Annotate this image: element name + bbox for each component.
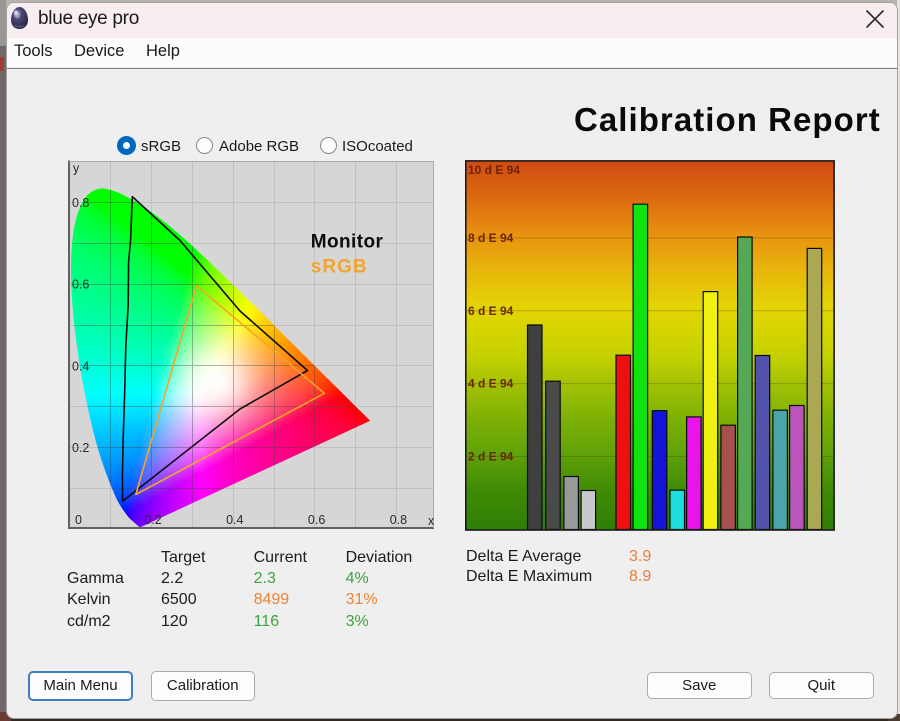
svg-text:sRGB: sRGB <box>311 257 368 278</box>
svg-text:Monitor: Monitor <box>311 232 384 253</box>
svg-text:0.4: 0.4 <box>72 359 89 373</box>
svg-text:0.2: 0.2 <box>72 441 89 455</box>
svg-text:0: 0 <box>75 513 82 527</box>
svg-text:0.2: 0.2 <box>144 513 161 527</box>
svg-text:10 d E 94: 10 d E 94 <box>468 163 520 177</box>
svg-text:0.6: 0.6 <box>308 513 325 527</box>
svg-text:y: y <box>73 162 80 176</box>
svg-text:0.4: 0.4 <box>226 513 243 527</box>
svg-text:4 d E 94: 4 d E 94 <box>468 377 514 391</box>
svg-text:8 d E 94: 8 d E 94 <box>468 231 514 245</box>
svg-text:2 d E 94: 2 d E 94 <box>468 449 514 463</box>
svg-text:0.8: 0.8 <box>390 513 407 527</box>
svg-text:0.8: 0.8 <box>72 196 89 210</box>
svg-text:6 d E 94: 6 d E 94 <box>468 304 514 318</box>
svg-text:x: x <box>428 514 435 528</box>
svg-text:0.6: 0.6 <box>72 278 89 292</box>
